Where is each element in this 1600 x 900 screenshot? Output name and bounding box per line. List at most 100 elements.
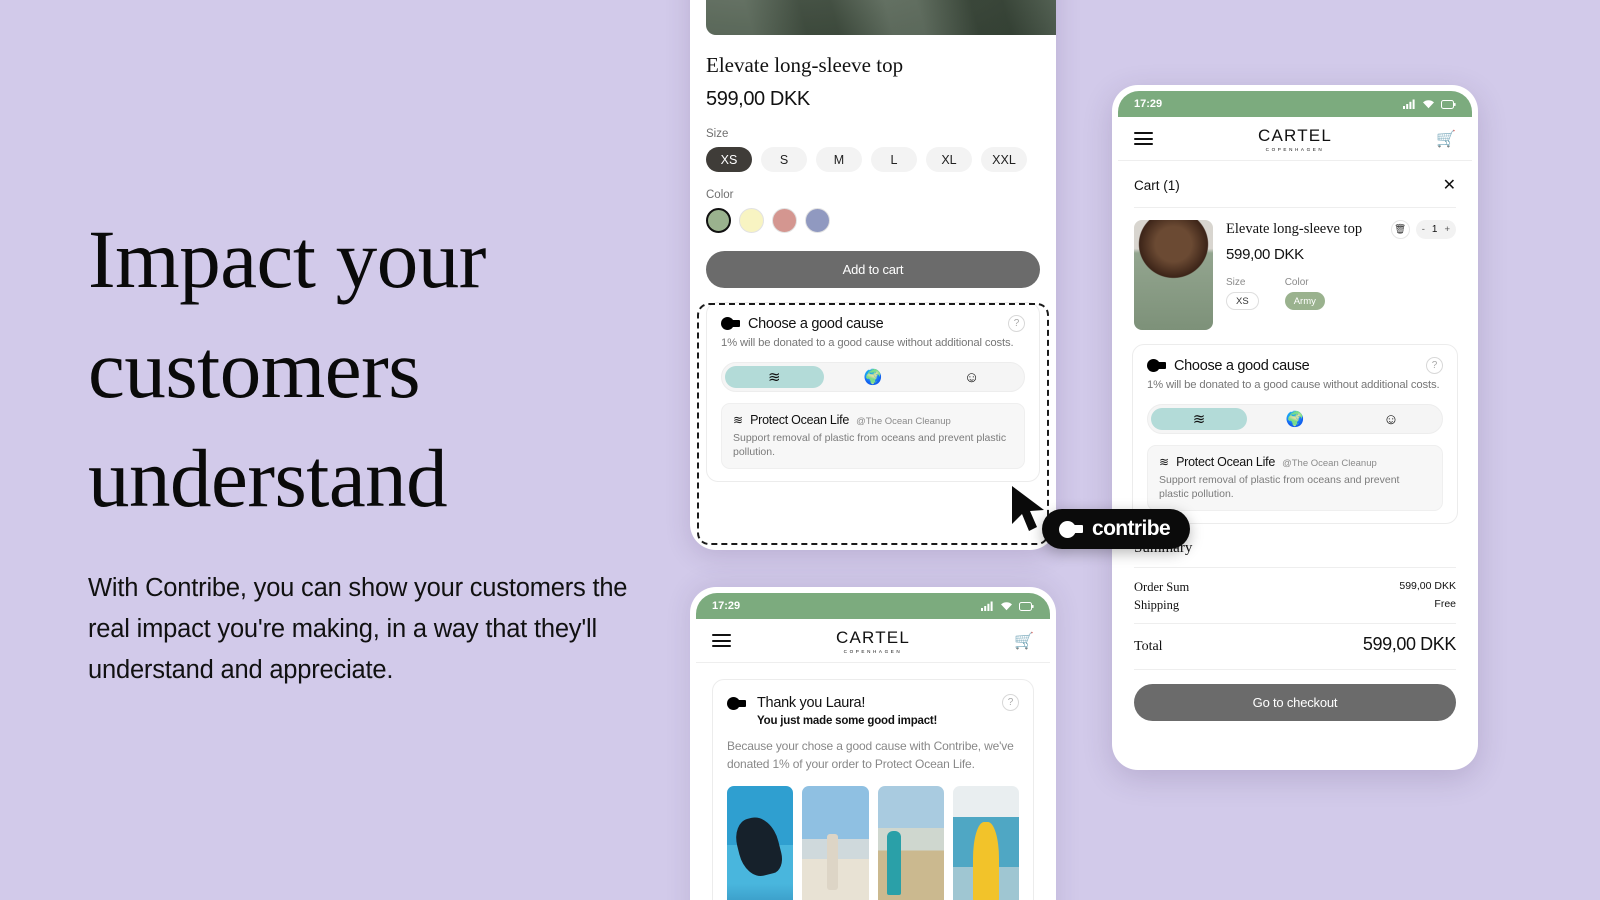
close-icon[interactable]: ✕ (1443, 175, 1456, 195)
cart-icon[interactable]: 🛒 (1436, 129, 1456, 149)
color-swatch-periwinkle[interactable] (805, 208, 830, 233)
add-to-cart-button[interactable]: Add to cart (706, 251, 1040, 288)
cause-widget-description: 1% will be donated to a good cause witho… (1147, 379, 1440, 391)
page-title: Impact your customers understand (88, 205, 688, 534)
cart-item-price: 599,00 DKK (1226, 246, 1304, 263)
brand-name: CARTEL (1258, 125, 1332, 145)
battery-icon (1441, 99, 1456, 109)
hamburger-icon[interactable] (712, 631, 731, 651)
wifi-icon (1001, 602, 1012, 611)
hero-title-line-3: understand (88, 432, 448, 525)
status-bar: 17:29 (1118, 91, 1472, 117)
contribe-logo-icon (1059, 520, 1083, 538)
cart-item-color-value: Army (1284, 292, 1325, 310)
cause-name: Protect Ocean Life (1176, 455, 1276, 469)
size-option-xxl[interactable]: XXL (981, 147, 1027, 172)
cause-tab-group: ≋ 🌍 ☺ (1147, 404, 1443, 434)
color-swatch-cream[interactable] (739, 208, 764, 233)
hero-subtitle: With Contribe, you can show your custome… (88, 573, 628, 685)
brand-name: CARTEL (836, 627, 910, 647)
color-label: Color (706, 189, 734, 201)
size-option-xs[interactable]: XS (706, 147, 752, 172)
total-label: Total (1134, 639, 1163, 655)
cause-widget-title: Choose a good cause (1174, 357, 1310, 374)
size-option-m[interactable]: M (816, 147, 862, 172)
signal-icon (981, 601, 993, 611)
cart-item-size-value: XS (1226, 292, 1259, 310)
summary-rows: Order Sum 599,00 DKK Shipping Free (1118, 580, 1472, 613)
product-title: Elevate long-sleeve top (706, 53, 904, 77)
product-image (706, 0, 1056, 35)
status-bar: 17:29 (696, 593, 1050, 619)
impact-image-diver (727, 786, 794, 900)
battery-icon (1019, 601, 1034, 611)
impact-image-volunteers (877, 786, 944, 900)
size-options: XS S M L XL XXL (706, 147, 1040, 172)
selected-cause-card[interactable]: ≋ Protect Ocean Life @The Ocean Cleanup … (1147, 445, 1443, 512)
order-sum-value: 599,00 DKK (1399, 580, 1456, 593)
thank-you-subtitle: You just made some good impact! (757, 715, 938, 727)
brand-logo: CARTEL COPENHAGEN (696, 628, 1050, 654)
shipping-label: Shipping (1134, 598, 1180, 613)
quantity-stepper[interactable]: - 1 + (1415, 220, 1456, 239)
cause-handle: @The Ocean Cleanup (1282, 458, 1377, 469)
shipping-value: Free (1434, 598, 1456, 611)
impact-image-beach-cleanup (802, 786, 869, 900)
waves-icon: ≋ (1159, 455, 1170, 469)
cart-header: Cart (1) ✕ (1118, 161, 1472, 207)
color-swatch-army[interactable] (706, 208, 731, 233)
contribe-logo-icon (1147, 359, 1166, 372)
help-icon[interactable]: ? (1002, 694, 1019, 711)
brand-tagline: COPENHAGEN (1265, 146, 1325, 152)
wifi-icon (1423, 100, 1434, 109)
selection-outline (697, 303, 1049, 545)
summary-row-shipping: Shipping Free (1134, 598, 1456, 613)
status-bar-time: 17:29 (712, 600, 741, 612)
hero-title-line-1: Impact your (88, 213, 486, 305)
cart-item-size-label: Size (1226, 277, 1246, 288)
summary-row-order-sum: Order Sum 599,00 DKK (1134, 580, 1456, 595)
hero-section: Impact your customers understand With Co… (88, 205, 688, 692)
app-bar: CARTEL COPENHAGEN 🛒 (696, 619, 1050, 663)
quantity-value: 1 (1431, 224, 1438, 235)
size-option-s[interactable]: S (761, 147, 807, 172)
cart-item-image (1134, 220, 1213, 330)
color-swatch-rose[interactable] (772, 208, 797, 233)
cause-description: Support removal of plastic from oceans a… (1159, 474, 1400, 501)
app-bar: CARTEL COPENHAGEN 🛒 (1118, 117, 1472, 161)
increment-button[interactable]: + (1444, 224, 1450, 235)
thank-you-body: Because your chose a good cause with Con… (727, 739, 1014, 771)
decrement-button[interactable]: - (1422, 224, 1425, 235)
status-bar-time: 17:29 (1134, 98, 1163, 110)
contribe-badge: contribe (1042, 509, 1191, 549)
contribe-badge-label: contribe (1092, 517, 1171, 540)
signal-icon (1403, 99, 1415, 109)
cause-widget-cart: Choose a good cause ? 1% will be donated… (1132, 344, 1458, 525)
brand-logo: CARTEL COPENHAGEN (1118, 126, 1472, 152)
go-to-checkout-button[interactable]: Go to checkout (1134, 684, 1456, 722)
cart-item-color-label: Color (1284, 277, 1309, 288)
cause-tab-smiley-icon[interactable]: ☺ (1343, 408, 1439, 430)
cart-item-name: Elevate long-sleeve top (1226, 221, 1363, 237)
trash-icon[interactable]: 🗑 (1390, 220, 1410, 239)
thank-you-phone-mockup: 17:29 CARTEL COPENHAGEN 🛒 Thank you Laur… (690, 587, 1056, 900)
impact-image-gallery (727, 786, 1019, 900)
cause-tab-globe-icon[interactable]: 🌍 (1247, 408, 1343, 430)
total-row: Total 599,00 DKK (1118, 634, 1472, 655)
help-icon[interactable]: ? (1426, 357, 1443, 374)
product-price: 599,00 DKK (706, 88, 810, 110)
cause-tab-waves-icon[interactable]: ≋ (1151, 408, 1247, 430)
hero-title-line-2: customers (88, 322, 421, 415)
total-value: 599,00 DKK (1362, 634, 1456, 655)
size-label: Size (706, 128, 729, 140)
size-option-l[interactable]: L (871, 147, 917, 172)
hamburger-icon[interactable] (1134, 129, 1153, 149)
cart-icon[interactable]: 🛒 (1014, 631, 1034, 651)
brand-tagline: COPENHAGEN (843, 648, 903, 654)
impact-image-raincoat (952, 786, 1019, 900)
cart-phone-mockup: 17:29 CARTEL COPENHAGEN 🛒 Cart (1) ✕ Ele… (1112, 85, 1478, 770)
contribe-logo-icon (727, 697, 746, 710)
cart-title: Cart (1) (1134, 177, 1180, 193)
size-option-xl[interactable]: XL (926, 147, 972, 172)
cart-line-item: Elevate long-sleeve top 🗑 - 1 + 599,00 D… (1118, 208, 1472, 330)
